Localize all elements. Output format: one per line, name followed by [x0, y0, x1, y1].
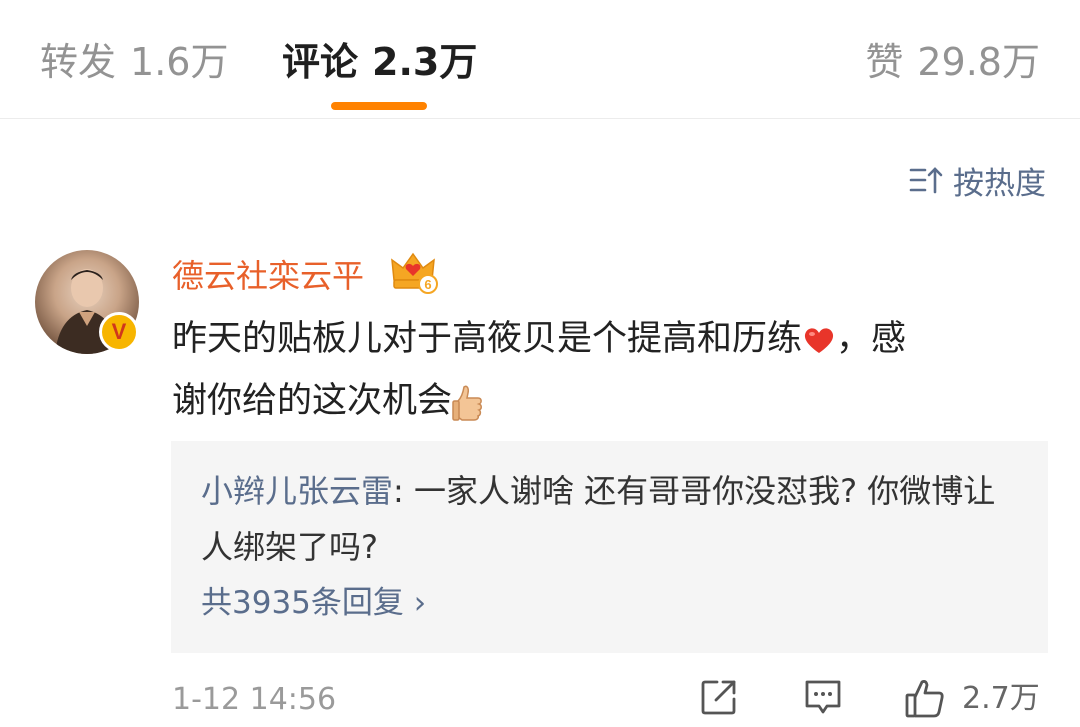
like-button[interactable]: 2.7万	[904, 678, 1040, 720]
tab-reposts-label: 转发	[40, 40, 117, 84]
reply-preview[interactable]: 小辫儿张云雷: 一家人谢啥 还有哥哥你没怼我? 你微博让人绑架了吗? 共3935…	[171, 441, 1048, 653]
comment-username[interactable]: 德云社栾云平	[172, 254, 364, 298]
active-tab-indicator	[331, 102, 427, 110]
tab-bar: 转发 1.6万 评论 2.3万 赞 29.8万	[0, 0, 1080, 119]
sort-icon	[909, 167, 943, 194]
member-level: 6	[424, 277, 431, 292]
crown-member-icon[interactable]: 6	[388, 250, 438, 294]
heart-icon	[804, 328, 834, 353]
reply-username[interactable]: 小辫儿张云雷	[201, 472, 393, 510]
comment-screen: 转发 1.6万 评论 2.3万 赞 29.8万 按热度 V 德云社栾云平 6 昨…	[0, 0, 1080, 727]
tab-comments-count: 2.3万	[372, 40, 478, 84]
tab-comments-label: 评论	[282, 40, 359, 84]
view-all-replies-link[interactable]: 共3935条回复 ›	[201, 581, 426, 625]
verified-badge-icon: V	[99, 312, 139, 352]
like-icon	[905, 680, 944, 718]
tab-likes-label: 赞	[865, 40, 904, 84]
comment-icon[interactable]	[803, 678, 843, 718]
thumbs-up-icon	[452, 385, 483, 421]
comment-text: 昨天的贴板儿对于高筱贝是个提高和历练 ，感 谢你给的这次机会	[172, 308, 1042, 432]
comment-text-line1-after: ，感	[836, 319, 907, 359]
reply-text: 小辫儿张云雷: 一家人谢啥 还有哥哥你没怼我? 你微博让人绑架了吗?	[201, 463, 1001, 575]
comment-text-line1: 昨天的贴板儿对于高筱贝是个提高和历练	[172, 319, 803, 359]
tab-comments[interactable]: 评论 2.3万	[282, 36, 477, 88]
comment-timestamp: 1-12 14:56	[172, 682, 337, 717]
sort-by-hot-button[interactable]: 按热度	[909, 158, 1046, 202]
tab-likes-count: 29.8万	[917, 40, 1040, 84]
share-icon[interactable]	[700, 678, 738, 716]
tab-reposts-count: 1.6万	[130, 40, 229, 84]
comment-text-line2: 谢你给的这次机会	[172, 381, 453, 421]
tab-reposts[interactable]: 转发 1.6万	[40, 36, 228, 88]
avatar[interactable]: V	[35, 250, 139, 354]
sort-label: 按热度	[953, 165, 1046, 202]
tab-likes[interactable]: 赞 29.8万	[865, 36, 1040, 88]
like-count: 2.7万	[962, 681, 1040, 716]
